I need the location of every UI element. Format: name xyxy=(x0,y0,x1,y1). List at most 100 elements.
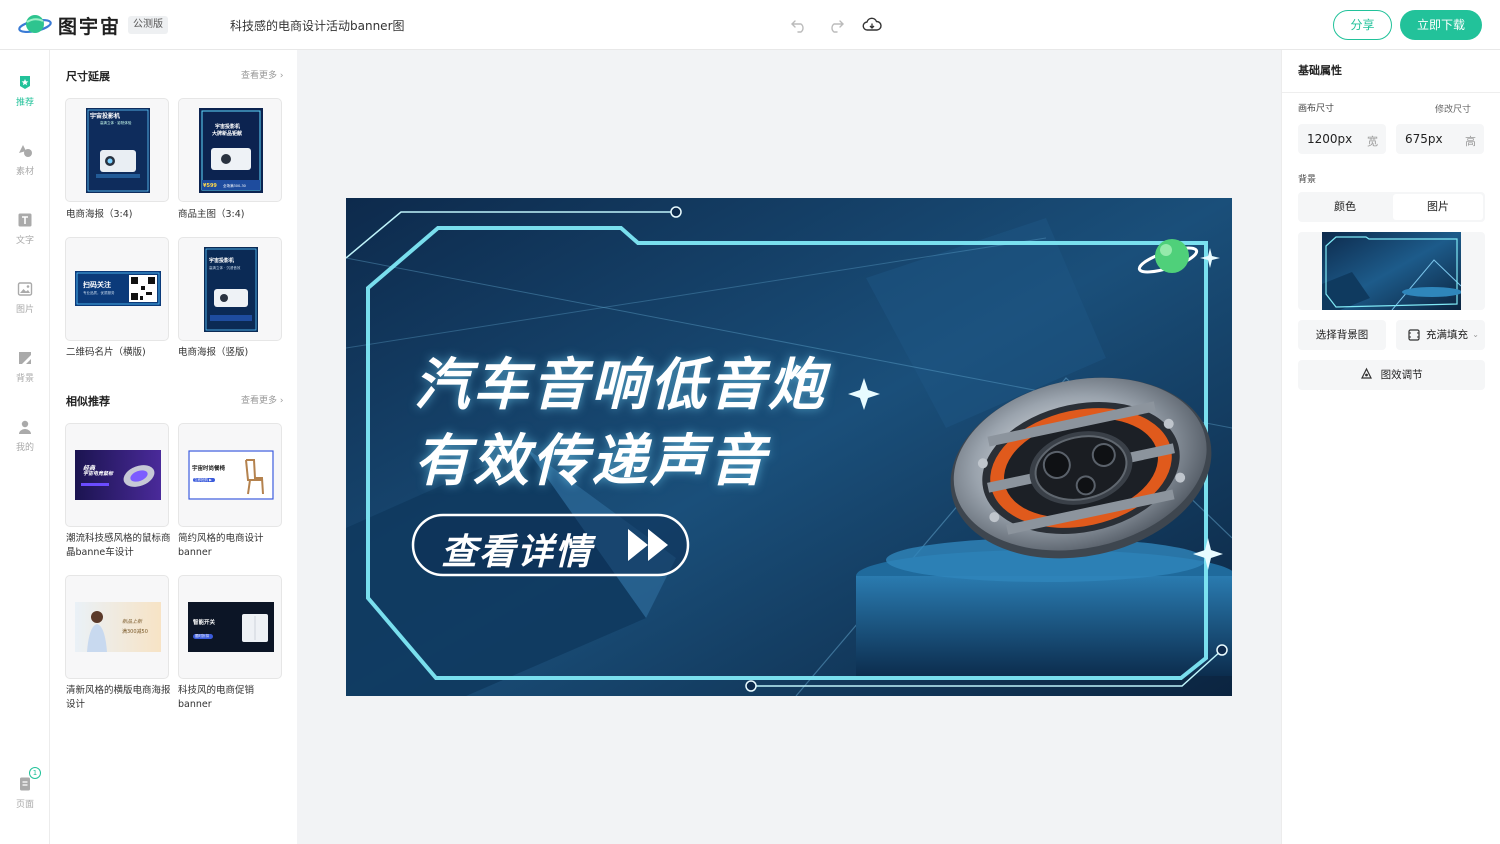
nav-item-materials[interactable]: 素材 xyxy=(0,143,50,191)
nav-label: 推荐 xyxy=(15,98,34,108)
text-icon xyxy=(18,213,32,227)
resize-link[interactable]: 修改尺寸 xyxy=(1435,102,1471,115)
thumb-text: 智能开关 xyxy=(193,620,216,626)
template-caption: 电商海报（3:4) xyxy=(66,209,133,220)
nav-item-mine[interactable]: 我的 xyxy=(0,419,50,467)
section-title-size-extension: 尺寸延展 xyxy=(66,70,110,83)
see-more-label: 查看更多 xyxy=(241,71,278,81)
cloud-save-icon[interactable] xyxy=(862,15,882,35)
image-effects-button[interactable]: 图效调节 xyxy=(1298,360,1485,390)
template-caption: 简约风格的电商设计banner xyxy=(178,533,264,558)
effects-label: 图效调节 xyxy=(1380,369,1423,381)
background-label: 背景 xyxy=(1298,175,1317,185)
download-button[interactable]: 立即下载 xyxy=(1400,10,1482,40)
nav-item-background[interactable]: 背景 xyxy=(0,350,50,398)
nav-item-recommend[interactable]: 推荐 xyxy=(0,74,50,122)
thumb-text: 宇宙时尚餐椅 xyxy=(192,466,226,472)
template-card[interactable]: 宇宙投影机 大牌新品钜献 ¥599 全场满300-30 xyxy=(178,98,282,202)
banner-headline-2[interactable]: 有效传递声音 xyxy=(414,416,768,497)
redo-icon[interactable] xyxy=(826,15,846,35)
thumb-text: 立即抢购 ▶ xyxy=(194,478,212,482)
templates-panel: 尺寸延展 查看更多 › 宇宙投影机 高清立体 · 影院体验 电商海报（3:4) … xyxy=(50,50,297,844)
see-more-link[interactable]: 查看更多 › xyxy=(241,393,284,406)
width-field[interactable]: 1200px 宽 xyxy=(1298,124,1386,154)
nav-label: 素材 xyxy=(15,167,34,177)
chevron-right-icon: › xyxy=(279,71,284,81)
template-card[interactable]: 宇宙时尚餐椅 立即抢购 ▶ xyxy=(178,423,282,527)
fill-mode-label: 充满填充 xyxy=(1426,329,1468,341)
fill-frame-icon xyxy=(1408,329,1420,341)
height-field[interactable]: 675px 高 xyxy=(1396,124,1484,154)
canvas-size-label: 画布尺寸 xyxy=(1298,104,1335,114)
background-icon xyxy=(19,352,31,364)
template-caption: 商品主图（3:4) xyxy=(178,209,245,220)
background-preview[interactable] xyxy=(1298,232,1485,310)
nav-label: 背景 xyxy=(15,374,34,384)
background-type-toggle: 颜色 图片 xyxy=(1298,192,1485,222)
template-card[interactable]: 新品上新 满300减50 xyxy=(65,575,169,679)
template-caption: 清新风格的横版电商海报设计 xyxy=(66,685,171,710)
page-count-badge: 1 xyxy=(29,767,41,779)
chevron-right-icon: › xyxy=(279,396,284,406)
height-unit: 高 xyxy=(1465,135,1476,148)
background-thumbnail xyxy=(1322,232,1461,310)
brand-name: 图宇宙 xyxy=(58,16,122,38)
see-more-link[interactable]: 查看更多 › xyxy=(241,68,284,81)
thumb-text: ¥599 xyxy=(203,183,217,189)
template-thumbnail xyxy=(199,108,263,193)
share-button[interactable]: 分享 xyxy=(1333,10,1392,40)
tab-color[interactable]: 颜色 xyxy=(1300,194,1390,220)
template-card[interactable]: 宇宙投影机 高清立体 · 影院体验 xyxy=(65,98,169,202)
tab-image[interactable]: 图片 xyxy=(1393,194,1483,220)
canvas-workspace[interactable]: 汽车音响低音炮 有效传递声音 查看详情 xyxy=(297,50,1281,844)
nav-item-images[interactable]: 图片 xyxy=(0,281,50,329)
thumb-text: 宇宙电竞鼠标 xyxy=(83,471,114,477)
width-unit: 宽 xyxy=(1367,135,1378,148)
template-thumbnail xyxy=(75,602,161,652)
height-value: 675px xyxy=(1405,132,1443,146)
thumb-text: 全场满300-30 xyxy=(223,184,246,188)
banner-cta-button[interactable]: 查看详情 xyxy=(441,523,593,575)
chevron-down-icon: ⌄ xyxy=(1472,330,1479,339)
choose-background-button[interactable]: 选择背景图 xyxy=(1298,320,1386,350)
image-icon xyxy=(17,282,33,296)
banner-headline-1[interactable]: 汽车音响低音炮 xyxy=(414,340,827,421)
template-caption: 科技风的电商促销banner xyxy=(178,685,255,710)
thumb-text: 宇宙投影机 xyxy=(215,124,241,130)
left-nav: 推荐 素材 文字 图片 背景 我的 页面 1 xyxy=(0,50,50,844)
user-icon xyxy=(19,420,31,434)
template-caption: 二维码名片（横版) xyxy=(66,347,146,358)
properties-title: 基础属性 xyxy=(1298,64,1342,77)
template-card[interactable]: 智能开关 限时折扣 xyxy=(178,575,282,679)
fill-mode-select[interactable]: 充满填充 ⌄ xyxy=(1396,320,1485,350)
section-title-similar: 相似推荐 xyxy=(66,395,110,408)
nav-item-text[interactable]: 文字 xyxy=(0,212,50,260)
see-more-label: 查看更多 xyxy=(241,396,278,406)
template-caption: 潮流科技感风格的鼠标商晶banne车设计 xyxy=(66,533,171,558)
template-card[interactable]: 宇宙投影机 高清立体 · 沉浸音效 xyxy=(178,237,282,341)
planet-logo-icon[interactable] xyxy=(18,11,52,39)
thumb-text: 专业品质，优质服务 xyxy=(83,291,115,295)
thumb-text: 限时折扣 xyxy=(195,634,209,638)
template-card[interactable]: 经典 宇宙电竞鼠标 xyxy=(65,423,169,527)
recommend-icon xyxy=(20,76,30,89)
thumb-text: 大牌新品钜献 xyxy=(212,131,243,137)
thumb-text: 满300减50 xyxy=(122,629,148,635)
template-card[interactable]: 扫码关注 专业品质，优质服务 xyxy=(65,237,169,341)
design-canvas[interactable]: 汽车音响低音炮 有效传递声音 查看详情 xyxy=(346,198,1232,696)
nav-label: 文字 xyxy=(15,236,34,246)
document-title[interactable]: 科技感的电商设计活动banner图 xyxy=(230,17,405,34)
undo-icon[interactable] xyxy=(789,15,809,35)
thumb-text: 宇宙投影机 xyxy=(209,258,235,264)
width-value: 1200px xyxy=(1307,132,1353,146)
thumb-text: 高清立体 · 沉浸音效 xyxy=(209,266,241,270)
template-caption: 电商海报（竖版) xyxy=(178,347,249,358)
nav-label: 页面 xyxy=(15,800,34,810)
thumb-text: 宇宙投影机 xyxy=(90,113,121,120)
divider xyxy=(1282,92,1500,93)
top-bar: 图宇宙 公测版 科技感的电商设计活动banner图 分享 立即下载 xyxy=(0,0,1500,50)
template-thumbnail xyxy=(188,602,274,652)
nav-item-pages[interactable]: 页面 xyxy=(0,776,50,824)
template-thumbnail xyxy=(188,450,274,500)
thumb-text: 扫码关注 xyxy=(83,281,111,289)
